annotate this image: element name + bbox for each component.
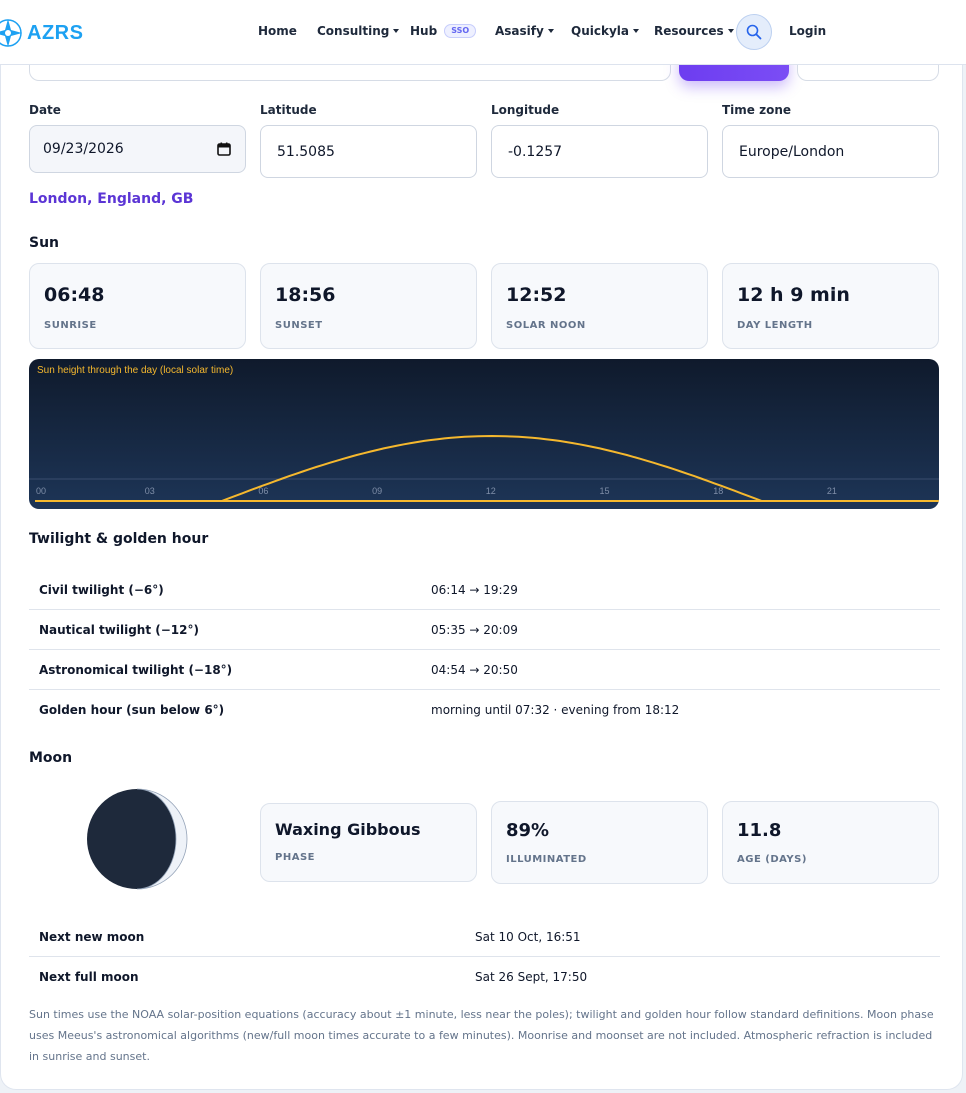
illuminated-caption: ILLUMINATED (506, 854, 587, 865)
twilight-row-value: 04:54 → 20:50 (431, 662, 518, 677)
day-length-caption: DAY LENGTH (737, 320, 813, 331)
moon-age-caption: AGE (DAYS) (737, 854, 807, 865)
x-tick-label: 09 (372, 486, 382, 496)
moon-event-value: Sat 10 Oct, 16:51 (475, 929, 581, 944)
nav-quickyla-label: Quickyla (571, 24, 629, 38)
moon-phase-caption: PHASE (275, 852, 315, 863)
sunrise-caption: SUNRISE (44, 320, 97, 331)
twilight-row: Civil twilight (−6°) 06:14 → 19:29 (29, 570, 940, 610)
nav-hub[interactable]: Hub SSO (410, 24, 477, 38)
twilight-row-value: morning until 07:32 · evening from 18:12 (431, 703, 680, 717)
sunrise-value: 06:48 (44, 284, 105, 306)
latitude-input[interactable]: 51.5085 (260, 125, 477, 178)
illuminated-value: 89% (506, 820, 550, 841)
twilight-row: Astronomical twilight (−18°) 04:54 → 20:… (29, 650, 940, 690)
moon-section-title: Moon (29, 750, 73, 766)
date-input[interactable]: 09/23/2026 (29, 125, 246, 173)
date-label: Date (29, 103, 61, 117)
timezone-label: Time zone (722, 103, 792, 117)
longitude-value: -0.1257 (508, 143, 563, 160)
sso-badge: SSO (444, 24, 477, 38)
brand-logo[interactable]: AZRS (0, 15, 83, 51)
nav-asasify-label: Asasify (495, 24, 544, 38)
x-tick-label: 18 (713, 486, 723, 496)
moon-phase-stat: Waxing Gibbous PHASE (260, 803, 477, 882)
twilight-row: Nautical twilight (−12°) 05:35 → 20:09 (29, 610, 940, 650)
sun-height-chart: Sun height through the day (local solar … (29, 359, 939, 509)
nav-hub-label: Hub (410, 24, 438, 38)
twilight-row-label: Nautical twilight (−12°) (39, 622, 199, 637)
sunset-stat: 18:56 SUNSET (260, 263, 477, 349)
nav-consulting[interactable]: Consulting (317, 24, 400, 38)
x-tick-label: 00 (36, 486, 46, 496)
illuminated-stat: 89% ILLUMINATED (491, 801, 708, 884)
calendar-icon[interactable] (217, 142, 231, 160)
login-label: Login (789, 24, 827, 38)
moon-event-row: Next new moon Sat 10 Oct, 16:51 (29, 917, 940, 957)
solar-noon-value: 12:52 (506, 284, 567, 306)
chevron-down-icon (632, 29, 639, 33)
date-value: 09/23/2026 (43, 141, 124, 157)
brand-name: AZRS (27, 21, 84, 44)
search-icon (746, 24, 762, 40)
nav-resources-label: Resources (654, 24, 724, 38)
nav-resources[interactable]: Resources (654, 24, 734, 38)
timezone-input[interactable]: Europe/London (722, 125, 939, 178)
sun-height-chart-svg: Sun height through the day (local solar … (29, 359, 939, 509)
nav-home[interactable]: Home (258, 24, 297, 38)
twilight-row-label: Golden hour (sun below 6°) (39, 703, 225, 717)
twilight-row-label: Astronomical twilight (−18°) (39, 662, 233, 677)
x-tick-label: 12 (486, 486, 496, 496)
chart-title: Sun height through the day (local solar … (37, 365, 233, 376)
latitude-value: 51.5085 (277, 143, 335, 160)
resolved-place-name: London, England, GB (29, 191, 194, 207)
twilight-row: Golden hour (sun below 6°) morning until… (29, 690, 940, 730)
longitude-input[interactable]: -0.1257 (491, 125, 708, 178)
x-tick-label: 21 (827, 486, 837, 496)
moon-event-label: Next new moon (39, 929, 145, 944)
moon-event-label: Next full moon (39, 970, 139, 984)
search-button[interactable] (736, 14, 772, 50)
x-tick-label: 03 (145, 486, 155, 496)
chevron-down-icon (393, 29, 400, 33)
nav-home-label: Home (258, 24, 297, 38)
day-length-value: 12 h 9 min (737, 284, 850, 306)
sun-section-title: Sun (29, 235, 60, 251)
login-link[interactable]: Login (789, 24, 826, 38)
brand-star-icon (0, 19, 22, 47)
top-navbar: AZRS Home Consulting Hub SSO Asasify Qui… (0, 0, 966, 65)
x-tick-label: 15 (599, 486, 609, 496)
sunrise-stat: 06:48 SUNRISE (29, 263, 246, 349)
chevron-down-icon (547, 29, 554, 33)
solar-noon-caption: SOLAR NOON (506, 320, 586, 331)
methodology-footnote: Sun times use the NOAA solar-position eq… (29, 1008, 934, 1063)
moon-event-value: Sat 26 Sept, 17:50 (475, 970, 588, 984)
timezone-value: Europe/London (739, 143, 845, 160)
moon-phase-value: Waxing Gibbous (275, 820, 421, 839)
twilight-row-value: 06:14 → 19:29 (431, 582, 518, 597)
moon-age-value: 11.8 (737, 820, 782, 841)
latitude-label: Latitude (260, 103, 317, 117)
nav-quickyla[interactable]: Quickyla (571, 24, 639, 38)
day-length-stat: 12 h 9 min DAY LENGTH (722, 263, 939, 349)
nav-consulting-label: Consulting (317, 24, 390, 38)
twilight-section-title: Twilight & golden hour (29, 531, 209, 547)
calculator-card: Date 09/23/2026 Latitude 51.5085 Longitu… (0, 0, 963, 1090)
moon-age-stat: 11.8 AGE (DAYS) (722, 801, 939, 884)
sunset-caption: SUNSET (275, 320, 323, 331)
longitude-label: Longitude (491, 103, 560, 117)
chart-background (29, 359, 939, 509)
twilight-row-label: Civil twilight (−6°) (39, 582, 164, 597)
sunset-value: 18:56 (275, 284, 336, 306)
moon-phase-icon (87, 788, 188, 890)
solar-noon-stat: 12:52 SOLAR NOON (491, 263, 708, 349)
twilight-row-value: 05:35 → 20:09 (431, 622, 518, 637)
chevron-down-icon (727, 29, 734, 33)
moon-event-row: Next full moon Sat 26 Sept, 17:50 (29, 957, 940, 997)
nav-asasify[interactable]: Asasify (495, 24, 554, 38)
